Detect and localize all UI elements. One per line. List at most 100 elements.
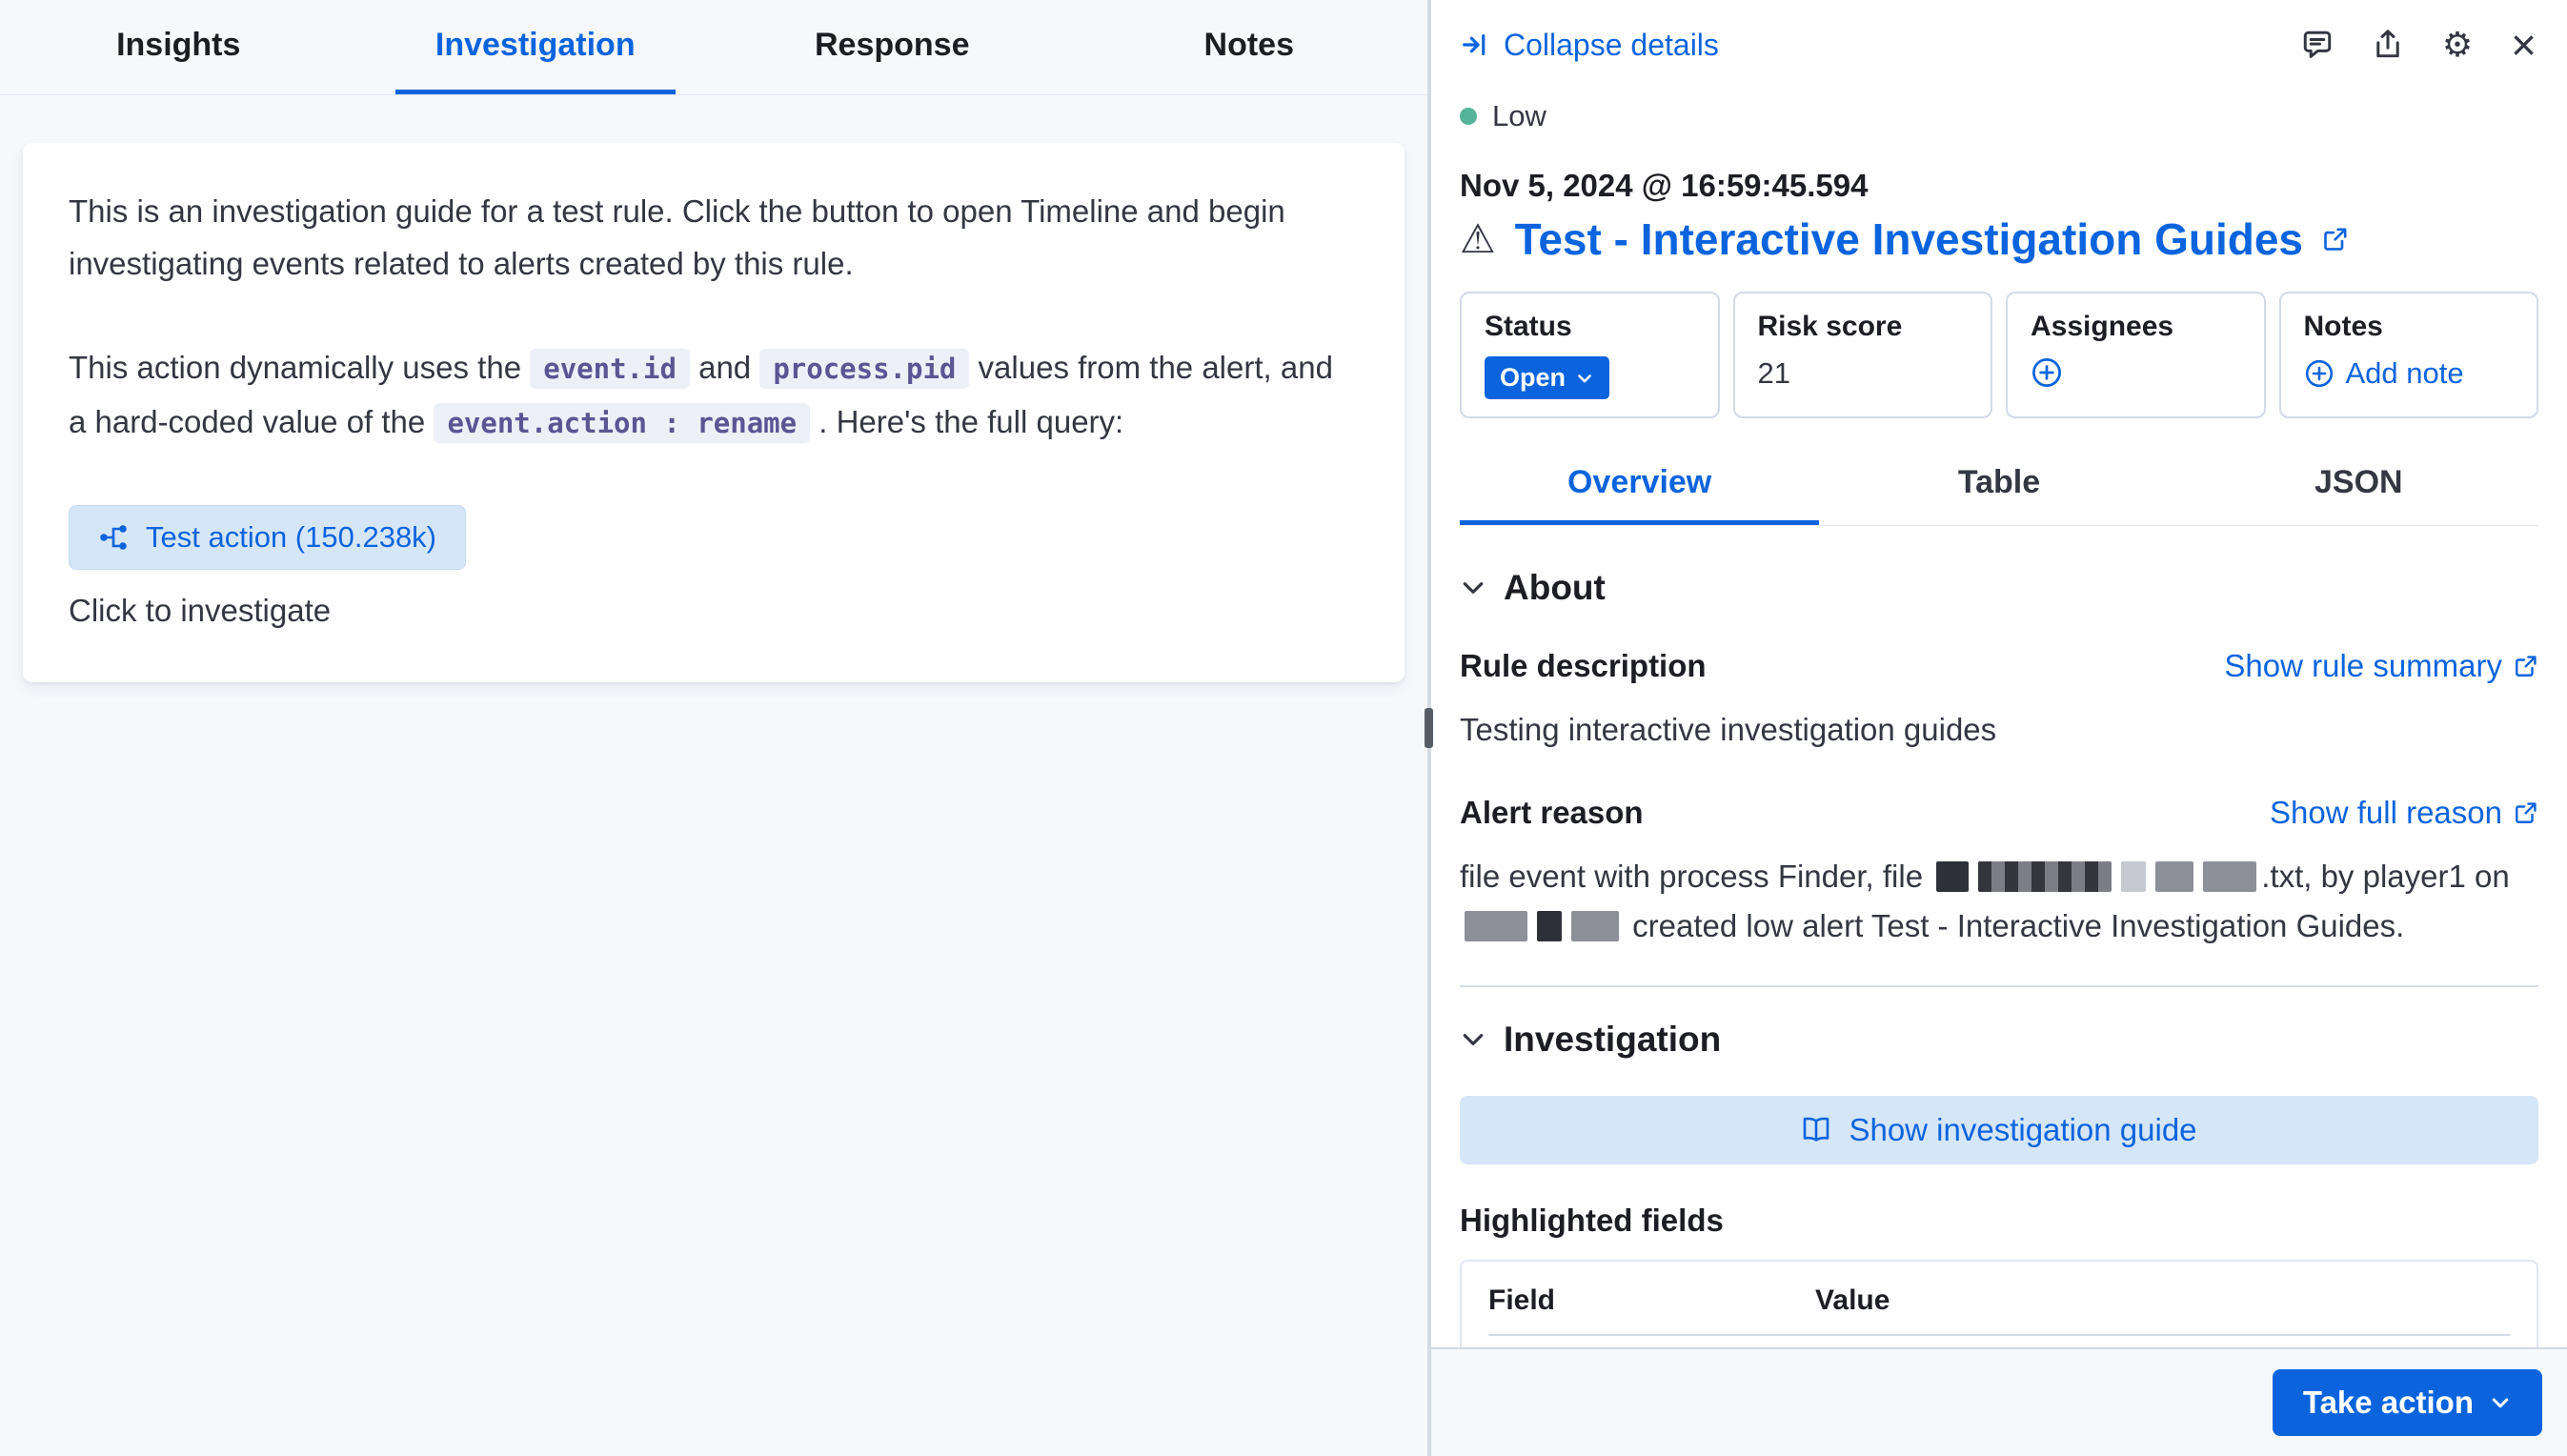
field-host-name[interactable]: host.name xyxy=(1488,1335,1815,1347)
investigation-section-toggle[interactable]: Investigation xyxy=(1460,1020,2538,1060)
tab-insights[interactable]: Insights xyxy=(0,0,357,94)
tab-response[interactable]: Response xyxy=(714,0,1071,94)
add-note-button[interactable]: Add note xyxy=(2304,356,2464,391)
flyout-tabs: Overview Table JSON xyxy=(1460,447,2538,526)
alert-reason-part3: created low alert Test - Interactive Inv… xyxy=(1624,908,2404,943)
alert-title[interactable]: Test - Interactive Investigation Guides xyxy=(1515,213,2303,265)
alert-details-flyout: Collapse details ⚙ × xyxy=(1431,0,2567,1456)
add-assignee-icon[interactable] xyxy=(2031,356,2241,389)
tab-overview[interactable]: Overview xyxy=(1460,447,1819,525)
code-event-id: event.id xyxy=(530,349,690,389)
chevron-down-icon xyxy=(1575,369,1594,388)
panel-resize-divider[interactable] xyxy=(1427,0,1431,1456)
test-action-button-label: Test action (150.238k) xyxy=(146,520,436,555)
comment-icon[interactable] xyxy=(2301,29,2334,61)
alert-reason-part1: file event with process Finder, file xyxy=(1460,859,1931,894)
status-open-label: Open xyxy=(1500,363,1566,393)
show-full-reason-link[interactable]: Show full reason xyxy=(2270,795,2538,831)
redacted-text xyxy=(1936,861,1969,892)
value-column-header[interactable]: Value xyxy=(1815,1265,2510,1335)
flyout-header-icons: ⚙ × xyxy=(2301,23,2537,67)
popout-icon xyxy=(2514,800,2538,825)
redacted-text xyxy=(1978,861,2112,892)
timeline-icon xyxy=(98,522,129,553)
alert-reason-row: Alert reason Show full reason xyxy=(1460,795,2538,831)
flyout-body: Low Nov 5, 2024 @ 16:59:45.594 ⚠ Test - … xyxy=(1431,74,2567,1347)
highlighted-fields-table: Field Value host.name agent.status xyxy=(1488,1265,2510,1347)
book-icon xyxy=(1801,1115,1831,1145)
tab-table[interactable]: Table xyxy=(1819,447,2178,525)
chevron-down-icon xyxy=(2489,1391,2512,1414)
tab-investigation[interactable]: Investigation xyxy=(357,0,715,94)
field-column-header[interactable]: Field xyxy=(1488,1265,1815,1335)
show-investigation-guide-button[interactable]: Show investigation guide xyxy=(1460,1096,2538,1164)
status-open-badge[interactable]: Open xyxy=(1485,356,1609,399)
redacted-text xyxy=(1571,911,1619,941)
severity-label: Low xyxy=(1492,99,1546,133)
table-row: host.name xyxy=(1488,1335,2510,1347)
collapse-details-button[interactable]: Collapse details xyxy=(1460,28,1719,63)
add-note-icon xyxy=(2304,358,2335,389)
close-icon[interactable]: × xyxy=(2511,23,2537,67)
collapse-details-label: Collapse details xyxy=(1504,28,1719,63)
resize-handle[interactable] xyxy=(1425,708,1433,748)
flyout-footer: Take action xyxy=(1431,1347,2567,1456)
alert-timestamp: Nov 5, 2024 @ 16:59:45.594 xyxy=(1460,168,2538,204)
section-divider xyxy=(1460,985,2538,987)
risk-score-card: Risk score 21 xyxy=(1733,292,1993,418)
guide-paragraph-2-post: . Here's the full query: xyxy=(810,404,1123,439)
highlighted-fields-table-panel: Field Value host.name agent.status xyxy=(1460,1260,2538,1347)
status-card: Status Open xyxy=(1460,292,1720,418)
guide-paragraph-2-text: This action dynamically uses the xyxy=(69,350,530,385)
show-investigation-guide-label: Show investigation guide xyxy=(1849,1112,2196,1148)
tab-insights-label: Insights xyxy=(76,0,280,94)
status-card-label: Status xyxy=(1485,311,1695,343)
code-event-action-rename: event.action : rename xyxy=(434,403,810,443)
investigation-heading: Investigation xyxy=(1504,1020,1721,1060)
code-process-pid: process.pid xyxy=(759,349,969,389)
about-section: About Rule description Show rule summary… xyxy=(1460,568,2538,951)
click-to-investigate-caption: Click to investigate xyxy=(69,593,1359,629)
chevron-down-icon xyxy=(1460,1026,1486,1053)
test-action-button[interactable]: Test action (150.238k) xyxy=(69,505,466,570)
investigation-guide-card: This is an investigation guide for a tes… xyxy=(23,143,1405,682)
app-root: Insights Investigation Response Notes Th… xyxy=(0,0,2567,1456)
guide-paragraph-2: This action dynamically uses the event.i… xyxy=(69,341,1359,450)
rule-description-label: Rule description xyxy=(1460,648,1707,684)
assignees-card: Assignees xyxy=(2006,292,2266,418)
table-header-row: Field Value xyxy=(1488,1265,2510,1335)
severity-low-dot xyxy=(1460,108,1477,125)
redacted-text xyxy=(2155,861,2193,892)
highlighted-fields-label: Highlighted fields xyxy=(1460,1203,2538,1239)
tab-notes[interactable]: Notes xyxy=(1071,0,1428,94)
share-icon[interactable] xyxy=(2372,29,2404,61)
alert-reason-text: file event with process Finder, file .tx… xyxy=(1460,852,2538,951)
tab-response-label: Response xyxy=(775,0,1010,94)
alert-summary-cards: Status Open Risk score 21 Assignees xyxy=(1460,292,2538,418)
assignees-label: Assignees xyxy=(2031,311,2241,343)
redacted-text xyxy=(1465,911,1527,941)
risk-score-label: Risk score xyxy=(1758,311,1969,343)
tab-json[interactable]: JSON xyxy=(2179,447,2538,525)
chevron-down-icon xyxy=(1460,575,1486,601)
left-tabbar: Insights Investigation Response Notes xyxy=(0,0,1427,95)
rule-description-text: Testing interactive investigation guides xyxy=(1460,705,2538,755)
severity-row: Low xyxy=(1460,99,2538,133)
show-rule-summary-link[interactable]: Show rule summary xyxy=(2224,648,2538,684)
redacted-text xyxy=(1537,911,1562,941)
external-link-icon[interactable] xyxy=(2322,226,2349,253)
gear-icon[interactable]: ⚙ xyxy=(2442,28,2473,62)
guide-paragraph-1: This is an investigation guide for a tes… xyxy=(69,185,1359,290)
investigation-section: Investigation Show investigation guide H… xyxy=(1460,1020,2538,1347)
take-action-button[interactable]: Take action xyxy=(2273,1369,2542,1436)
popout-icon xyxy=(2514,654,2538,678)
redacted-text xyxy=(2203,861,2256,892)
show-full-reason-label: Show full reason xyxy=(2270,795,2502,831)
warning-icon: ⚠ xyxy=(1460,219,1496,259)
alert-detail-left-panel: Insights Investigation Response Notes Th… xyxy=(0,0,1427,1456)
notes-card: Notes Add note xyxy=(2279,292,2539,418)
rule-description-row: Rule description Show rule summary xyxy=(1460,648,2538,684)
flyout-header: Collapse details ⚙ × xyxy=(1431,0,2567,74)
show-rule-summary-label: Show rule summary xyxy=(2224,648,2502,684)
about-section-toggle[interactable]: About xyxy=(1460,568,2538,608)
